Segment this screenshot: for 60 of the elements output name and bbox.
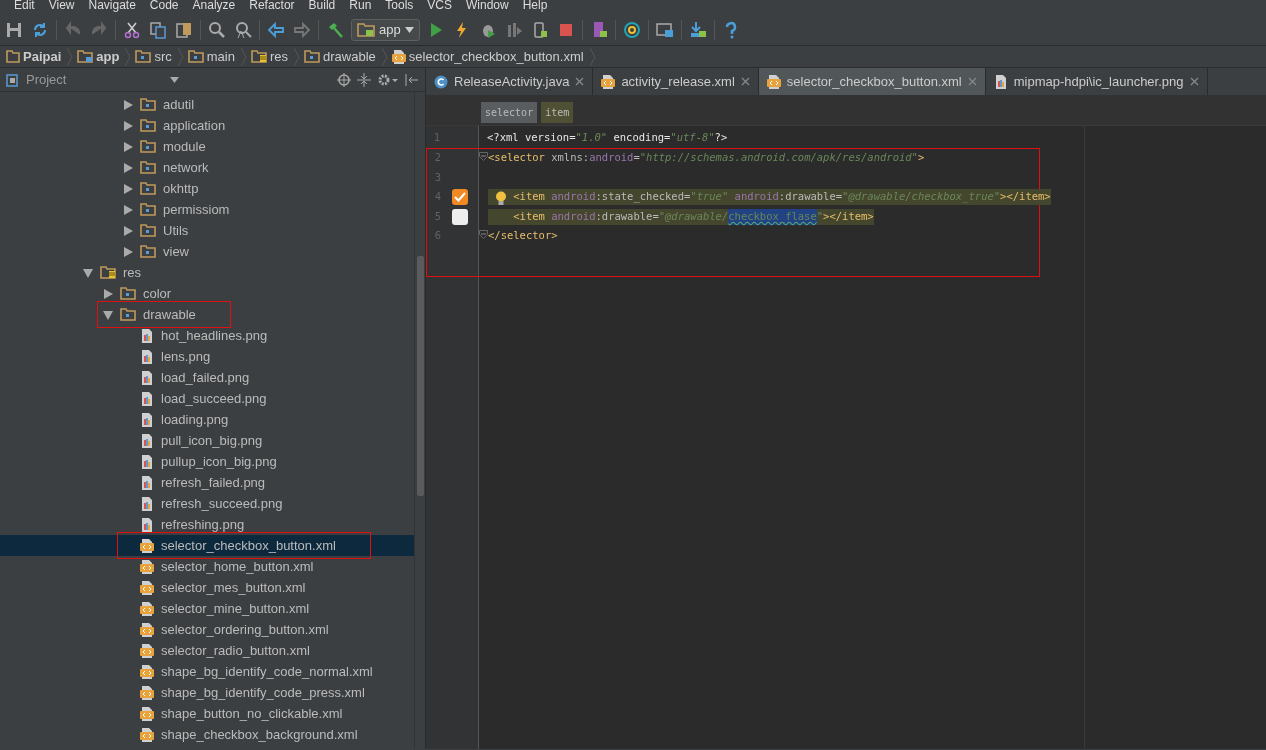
tree-item[interactable]: shape_bg_identify_code_press.xml — [157, 681, 369, 704]
tree-item[interactable]: refresh_failed.png — [157, 471, 270, 494]
tree-item[interactable]: pull_icon_big.png — [157, 429, 267, 452]
panel-title[interactable]: Project — [26, 69, 67, 90]
run-configuration-dropdown[interactable]: app — [351, 18, 420, 41]
tree-item[interactable]: selector_ordering_button.xml — [157, 618, 333, 641]
tree-item[interactable]: selector_mes_button.xml — [157, 576, 310, 599]
tree-item[interactable]: drawable — [139, 303, 200, 326]
breadcrumb[interactable]: selector_checkbox_button.xml — [387, 46, 590, 67]
breadcrumb[interactable]: Paipai — [2, 46, 68, 67]
breadcrumb[interactable]: res — [246, 46, 294, 67]
menu-item[interactable]: Build — [308, 0, 336, 14]
tree-item[interactable]: pullup_icon_big.png — [157, 450, 281, 473]
breadcrumb[interactable]: app — [73, 46, 126, 67]
tree-item[interactable]: application — [159, 114, 230, 137]
breadcrumb[interactable]: drawable — [300, 46, 382, 67]
tree-item[interactable]: selector_radio_button.xml — [157, 639, 314, 662]
tree-item[interactable]: refreshing.png — [157, 513, 249, 536]
code-line: <selector xmlns:android="http://schemas.android.com/apk/res/android"> — [488, 150, 925, 166]
tag-path-item[interactable]: selector — [481, 102, 538, 123]
menu-item[interactable]: Navigate — [88, 0, 136, 14]
tree-item[interactable]: shape_button_no_clickable.xml — [157, 702, 347, 725]
tree-item[interactable]: load_failed.png — [157, 366, 254, 389]
menu-item[interactable]: VCS — [427, 0, 452, 14]
breadcrumb[interactable]: src — [131, 46, 178, 67]
breadcrumb[interactable]: main — [183, 46, 241, 67]
tree-item[interactable]: res — [119, 261, 146, 284]
menu-item[interactable]: Edit — [14, 0, 35, 14]
menu-item[interactable]: Help — [522, 0, 548, 14]
tag-path-item[interactable]: item — [541, 102, 574, 123]
tree-item[interactable]: hot_headlines.png — [157, 324, 272, 347]
tree-item[interactable]: shape_bg_identify_code_normal.xml — [157, 660, 377, 683]
menu-item[interactable]: Tools — [385, 0, 414, 14]
tree-item[interactable]: shape_checkbox_background.xml — [157, 723, 362, 746]
tree-item[interactable]: module — [159, 135, 210, 158]
tree-item[interactable]: selector_mine_button.xml — [157, 597, 314, 620]
menu-item[interactable]: Refactor — [249, 0, 295, 14]
selected-row[interactable]: selector_checkbox_button.xml — [0, 535, 414, 556]
menu-item[interactable]: View — [48, 0, 75, 14]
menu-item[interactable]: Window — [466, 0, 509, 14]
tree-item[interactable]: color — [139, 282, 176, 305]
tree-item[interactable]: okhttp — [159, 177, 203, 200]
tree-item[interactable]: load_succeed.png — [157, 387, 271, 410]
menu-item[interactable]: Analyze — [192, 0, 236, 14]
menu-item[interactable]: Code — [149, 0, 179, 14]
tree-item[interactable]: selector_home_button.xml — [157, 555, 318, 578]
tree-item[interactable]: selector_checkbox_button.xml — [157, 534, 340, 557]
tree-item[interactable]: network — [159, 156, 213, 179]
tree-item[interactable]: adutil — [159, 93, 199, 116]
menu-item[interactable]: Run — [349, 0, 372, 14]
tree-item[interactable]: Utils — [159, 219, 193, 242]
run-configuration-name: app — [379, 20, 401, 39]
tree-item[interactable]: view — [159, 240, 193, 263]
tree-item[interactable]: loading.png — [157, 408, 233, 431]
editor-tab[interactable]: selector_checkbox_button.xml — [758, 68, 986, 95]
code-line: </selector> — [488, 228, 558, 244]
tree-item[interactable]: refresh_succeed.png — [157, 492, 287, 515]
code-line: <?xml version="1.0" encoding="utf-8"?> — [487, 129, 728, 145]
tree-item[interactable]: lens.png — [157, 345, 215, 368]
tree-item[interactable]: permissiom — [159, 198, 234, 221]
